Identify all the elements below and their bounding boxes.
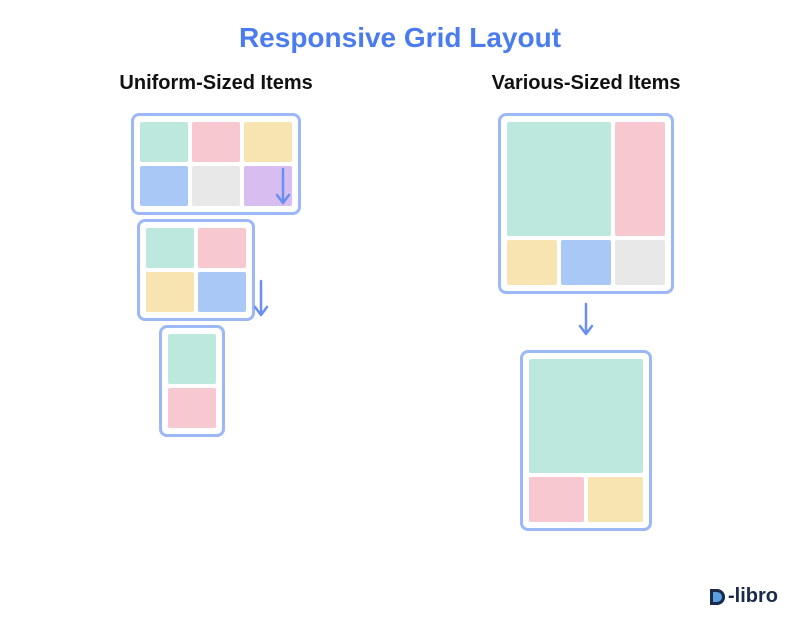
uniform-subtitle: Uniform-Sized Items bbox=[119, 72, 312, 95]
various-subtitle: Various-Sized Items bbox=[492, 72, 681, 95]
arrow-down-icon bbox=[574, 302, 598, 342]
logo-d-icon bbox=[706, 587, 726, 607]
grid-cell bbox=[192, 166, 240, 206]
diagram-columns: Uniform-Sized Items bbox=[0, 72, 800, 531]
brand-logo: -libro bbox=[706, 585, 778, 608]
various-grid-large bbox=[498, 113, 674, 294]
uniform-grid-medium bbox=[137, 219, 255, 321]
grid-cell-big bbox=[507, 122, 611, 236]
uniform-column: Uniform-Sized Items bbox=[119, 72, 312, 531]
grid-cell bbox=[146, 228, 194, 268]
grid-cell bbox=[198, 228, 246, 268]
grid-cell bbox=[529, 477, 584, 522]
grid-cell bbox=[198, 272, 246, 312]
uniform-grid-small bbox=[159, 325, 225, 437]
grid-cell bbox=[140, 166, 188, 206]
arrow-down-icon bbox=[249, 281, 273, 321]
various-grid-small bbox=[520, 350, 652, 531]
uniform-row-3 bbox=[159, 325, 273, 437]
uniform-stack bbox=[131, 113, 301, 437]
grid-cell bbox=[244, 122, 292, 162]
page-title: Responsive Grid Layout bbox=[0, 22, 800, 54]
grid-cell bbox=[588, 477, 643, 522]
grid-cell bbox=[615, 240, 665, 285]
arrow-down-icon bbox=[271, 169, 295, 209]
grid-cell-tall bbox=[615, 122, 665, 236]
grid-cell bbox=[168, 388, 216, 428]
grid-cell bbox=[168, 334, 216, 384]
grid-cell bbox=[192, 122, 240, 162]
grid-cell bbox=[140, 122, 188, 162]
grid-cell-big bbox=[529, 359, 643, 473]
grid-cell bbox=[146, 272, 194, 312]
logo-text: -libro bbox=[728, 585, 778, 608]
grid-cell bbox=[561, 240, 611, 285]
various-column: Various-Sized Items bbox=[492, 72, 681, 531]
grid-cell bbox=[507, 240, 557, 285]
